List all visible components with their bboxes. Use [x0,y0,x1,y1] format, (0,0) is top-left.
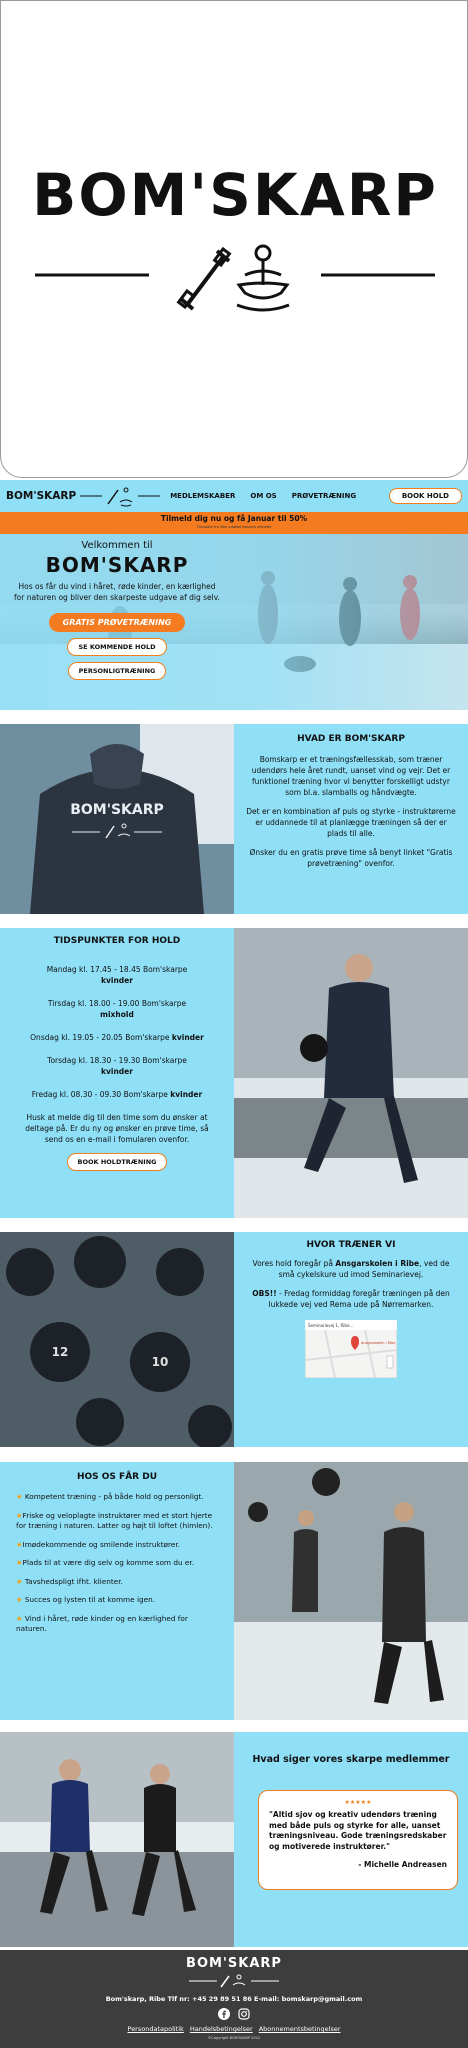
footer-contact: Bom'skarp, Ribe Tlf nr: +45 29 89 51 86 … [105,1995,363,2003]
list-item: ★ Kompetent træning - på både hold og pe… [16,1492,204,1501]
book-hold-button[interactable]: BOOK HOLD [388,488,462,504]
subscription-terms-link[interactable]: Abonnementsbetingelser [259,2025,341,2033]
hero-logo-card: BOM'SKARP [0,0,468,478]
schedule-note: Husk at melde dig til den time som du øn… [25,1113,209,1144]
terms-link[interactable]: Handelsbetingelser [190,2025,253,2033]
about-text-panel: HVAD ER BOM'SKARP Bomskarp er et træning… [234,724,468,914]
about-section: BOM'SKARP HVAD ER BOM'SKARP Bomskarp er … [0,724,468,914]
location-panel: HVOR TRÆNER VI Vores hold foregår på Ans… [234,1232,468,1447]
svg-text:12: 12 [52,1345,69,1359]
features-panel: HOS OS FÅR DU ★ Kompetent træning - på b… [0,1462,234,1720]
star-icon: ★ [16,1595,23,1604]
location-paragraph-2: OBS!! - Fredag formiddag foregår træning… [252,1289,450,1309]
location-section: 12 10 HVOR TRÆNER VI Vores hold foregår … [0,1232,468,1447]
about-paragraph-2: Det er en kombination af puls og styrke … [246,807,456,838]
about-photo: BOM'SKARP [0,724,234,914]
nav-link-memberships[interactable]: MEDLEMSKABER [170,492,235,500]
features-title: HOS OS FÅR DU [76,1472,158,1482]
top-nav: BOM'SKARP MEDLEMSKABER OM OS PRØVETRÆNIN… [0,480,468,512]
instagram-icon[interactable] [238,2008,250,2020]
welcome-section: Velkommen til BOM'SKARP Hos os får du vi… [0,534,468,710]
features-photo [234,1462,468,1720]
copyright: ©Copyright BOM'SKARP 2022 [207,2036,261,2040]
footer-brand: BOM'SKARP [186,1956,282,1971]
book-class-button[interactable]: BOOK HOLDTRÆNING [66,1153,168,1171]
meditation-icon [236,244,290,312]
list-item: ★ Succes og lysten til at komme igen. [16,1595,156,1604]
facebook-icon[interactable] [218,2008,230,2020]
star-icon: ★ [16,1576,23,1586]
logo-emblem [35,244,435,312]
footer-links: Persondatapolitik Handelsbetingelser Abo… [0,2025,468,2033]
dumbbell-icon [176,246,232,311]
schedule-item: Tirsdag kl. 18.00 - 19.00 Bom'skarpe mixh… [47,999,187,1019]
schedule-photo [234,928,468,1218]
review-quote: "Altid sjov og kreativ udendørs træning … [269,1810,447,1851]
schedule-item: Torsdag kl. 18.30 - 19.30 Bom'skarpe kvin… [47,1056,187,1076]
nav-link-trial[interactable]: PRØVETRÆNING [292,492,356,500]
svg-text:Seminarievej 1, Ribe...: Seminarievej 1, Ribe... [308,1323,353,1328]
schedule-section: TIDSPUNKTER FOR HOLD Mandag kl. 17.45 - … [0,928,468,1218]
shirt-logo-text: BOM'SKARP [70,802,164,818]
kettlebells-photo: 12 10 [0,1232,234,1447]
footer-logo-emblem [189,1974,279,1988]
svg-text:Ansgarskolen i Ribe: Ansgarskolen i Ribe [361,1341,395,1345]
list-item: ★ Vind i håret, røde kinder og en kærlig… [16,1613,188,1634]
list-item: ★ Tavshedspligt ifht. klienter. [16,1576,123,1586]
nav-brand[interactable]: BOM'SKARP [6,490,76,502]
schedule-panel: TIDSPUNKTER FOR HOLD Mandag kl. 17.45 - … [0,928,234,1218]
reviews-title: Hvad siger vores skarpe medlemmer [252,1754,450,1765]
features-section: HOS OS FÅR DU ★ Kompetent træning - på b… [0,1462,468,1720]
list-item: ★Friske og veloplagte instruktører med e… [16,1510,213,1531]
location-paragraph-1: Vores hold foregår på Ansgarskolen i Rib… [252,1259,450,1279]
promo-banner[interactable]: Tilmeld dig nu og få Januar til 50% Tilb… [0,512,468,534]
social-icons [0,2008,468,2020]
schedule-item: Fredag kl. 08.30 - 09.30 Bom'skarpe kvin… [31,1090,203,1099]
review-card: ★★★★★ "Altid sjov og kreativ udendørs tr… [258,1790,458,1890]
welcome-text: Hos os får du vind i håret, røde kinder,… [14,582,220,602]
privacy-policy-link[interactable]: Persondatapolitik [128,2025,184,2033]
about-paragraph-3: Ønsker du en gratis prøve time så benyt … [249,848,453,868]
review-author: - Michelle Andreasen [358,1860,447,1869]
schedule-title: TIDSPUNKTER FOR HOLD [53,936,181,946]
footer: BOM'SKARP Bom'skarp, Ribe Tlf nr: +45 29… [0,1950,468,2048]
personal-training-button[interactable]: PERSONLIGTRÆNING [67,662,167,680]
runners-photo [0,1732,234,1947]
schedule-item: Mandag kl. 17.45 - 18.45 Bom'skarpe kvind… [46,965,188,985]
star-rating: ★★★★★ [344,1799,372,1806]
about-paragraph-1: Bomskarp er et træningsfællesskab, som t… [251,755,451,797]
nav-logo-emblem [80,487,161,507]
list-item: ★Plads til at være dig selv og komme som… [16,1558,195,1567]
welcome-greeting: Velkommen til [81,540,153,551]
hero-logo-text: BOM'SKARP [32,161,438,229]
upcoming-classes-button[interactable]: SE KOMMENDE HOLD [67,638,167,656]
promo-subtext: Tilbuddet fra ikke udløbet beseres aller… [196,525,272,529]
location-map[interactable]: Seminarievej 1, Ribe... Ansgarskolen i R… [305,1320,397,1378]
promo-text: Tilmeld dig nu og få Januar til 50% [160,514,308,523]
star-icon: ★ [16,1613,23,1623]
page: BOM'SKARP BOM'SKARP MEDLEMSKABER OM OS P… [0,0,468,2048]
trial-button[interactable]: GRATIS PRØVETRÆNING [48,613,186,632]
features-list: ★ Kompetent træning - på både hold og pe… [16,1492,218,1635]
welcome-content: Velkommen til BOM'SKARP Hos os får du vi… [0,540,234,680]
about-title: HVAD ER BOM'SKARP [297,734,405,744]
welcome-brand: BOM'SKARP [45,553,189,577]
list-item: ★Imødekommende og smilende instruktører. [16,1539,180,1549]
schedule-item: Onsdag kl. 19.05 - 20.05 Bom'skarpe kvin… [30,1033,204,1042]
nav-links: MEDLEMSKABER OM OS PRØVETRÆNING [170,492,356,500]
svg-text:10: 10 [152,1355,169,1369]
location-title: HVOR TRÆNER VI [306,1240,396,1250]
star-icon: ★ [16,1492,23,1501]
nav-link-about[interactable]: OM OS [250,492,276,500]
